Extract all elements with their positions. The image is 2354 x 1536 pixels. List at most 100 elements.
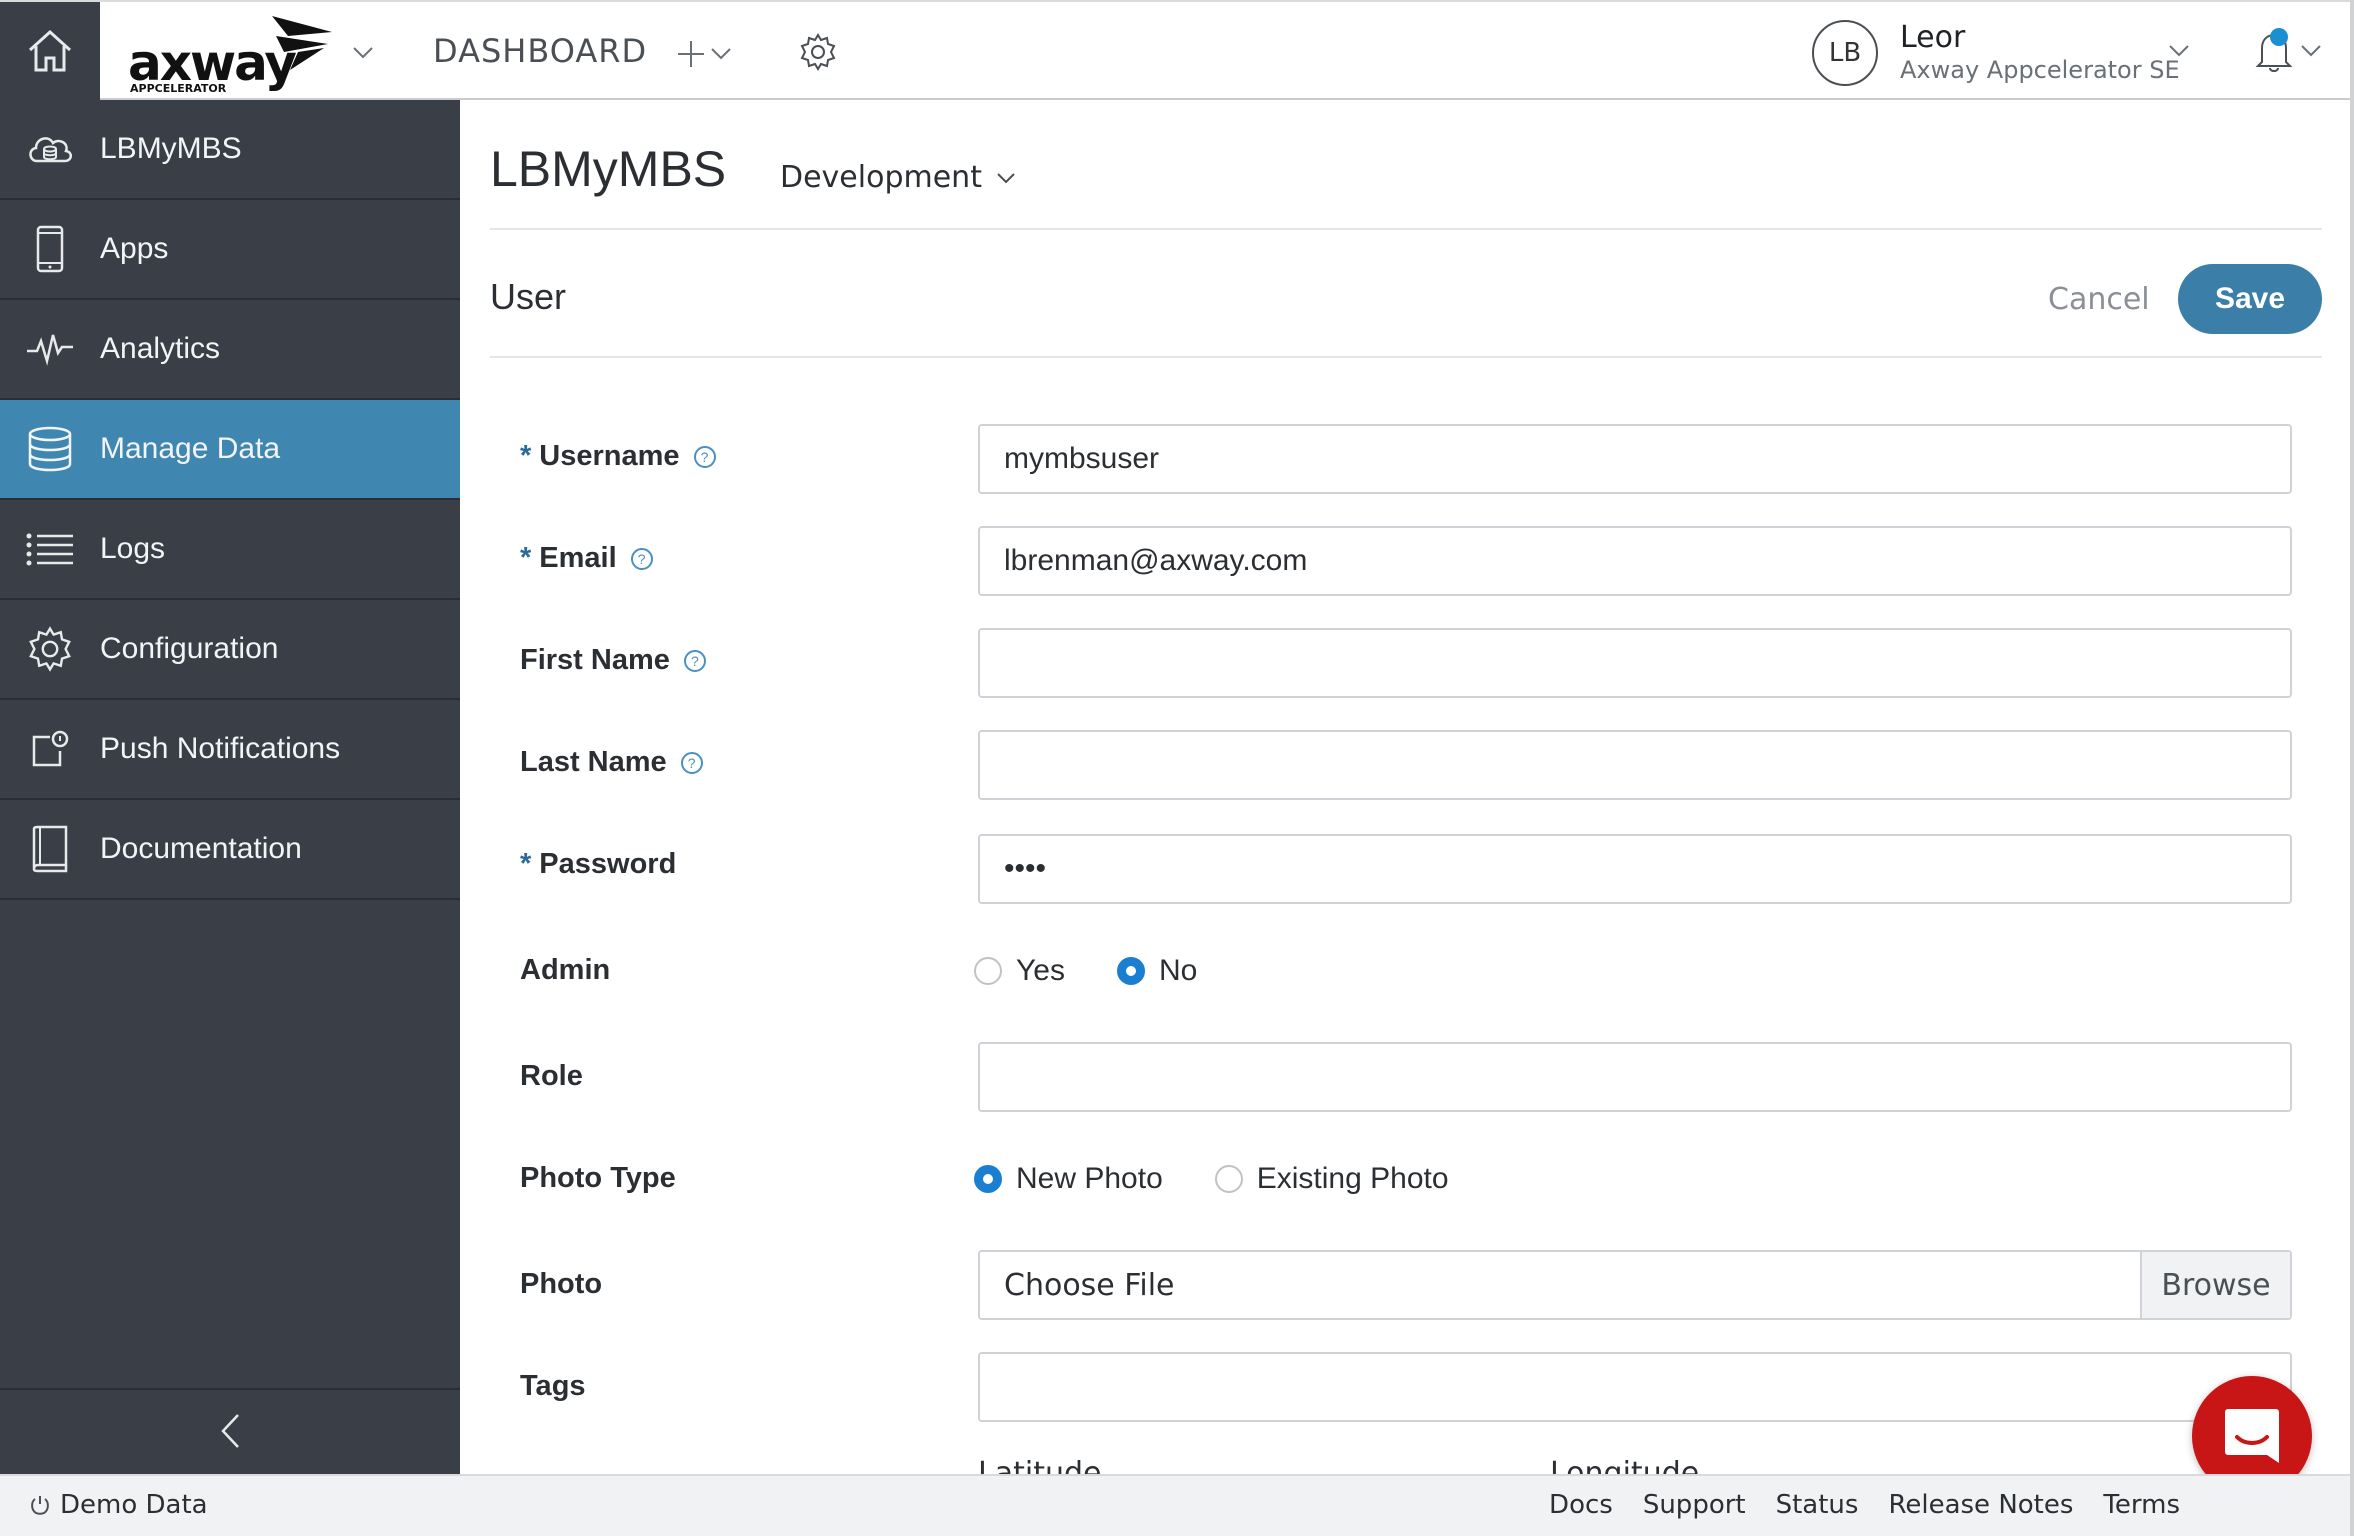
home-button[interactable] <box>0 2 100 100</box>
last-name-label-text: Last Name <box>520 746 667 778</box>
axway-logo[interactable]: axway APPCELERATOR <box>128 10 338 96</box>
sidebar-item-label: Analytics <box>100 332 221 365</box>
latitude-label: Latitude <box>978 1456 1102 1474</box>
sidebar-item-label: Documentation <box>100 832 302 865</box>
chat-icon <box>2225 1409 2279 1463</box>
admin-radio-group: Yes No <box>974 954 1197 988</box>
chevron-down-icon <box>711 48 731 60</box>
axway-mark-icon <box>272 16 332 70</box>
sidebar-item-lbmymbs[interactable]: LBMyMBS <box>0 100 460 200</box>
footer-link-terms[interactable]: Terms <box>2103 1490 2180 1520</box>
sidebar-item-apps[interactable]: Apps <box>0 200 460 300</box>
sidebar-item-documentation[interactable]: Documentation <box>0 800 460 900</box>
environment-dropdown[interactable]: Development <box>780 160 1016 195</box>
user-menu-chevron-down-icon[interactable] <box>2168 44 2190 58</box>
admin-label: Admin <box>520 954 610 987</box>
username-field[interactable]: mymbsuser <box>978 424 2292 494</box>
cloud-db-icon <box>29 137 72 163</box>
required-mark: * <box>520 542 532 574</box>
sidebar-item-label: Push Notifications <box>100 732 341 765</box>
notifications-chevron-down-icon[interactable] <box>2300 44 2322 58</box>
home-icon <box>28 29 72 72</box>
sidebar: LBMyMBS Apps Analytics Manage Data Logs … <box>0 100 460 1474</box>
user-name[interactable]: Leor <box>1900 20 1965 55</box>
list-icon <box>26 533 73 566</box>
footer-link-support[interactable]: Support <box>1643 1490 1746 1520</box>
sidebar-item-push-notifications[interactable]: Push Notifications <box>0 700 460 800</box>
window-edge <box>2350 0 2354 1536</box>
photo-file-input[interactable]: Choose File Browse <box>978 1250 2292 1320</box>
admin-yes-radio[interactable] <box>974 957 1002 985</box>
new-photo-label[interactable]: New Photo <box>1016 1162 1163 1196</box>
user-avatar[interactable]: LB <box>1812 20 1878 86</box>
admin-yes-label[interactable]: Yes <box>1016 954 1065 988</box>
sidebar-item-label: Apps <box>100 232 169 265</box>
role-label-text: Role <box>520 1060 583 1092</box>
help-icon[interactable]: ? <box>630 547 653 570</box>
existing-photo-radio[interactable] <box>1214 1165 1243 1193</box>
first-name-label-text: First Name <box>520 644 670 676</box>
last-name-label: Last Name ? <box>520 746 703 779</box>
footer-link-status[interactable]: Status <box>1776 1490 1859 1520</box>
cancel-button[interactable]: Cancel <box>2048 282 2150 317</box>
save-button[interactable]: Save <box>2178 264 2322 334</box>
user-org[interactable]: Axway Appcelerator SE <box>1900 56 2180 84</box>
photo-type-label: Photo Type <box>520 1162 676 1195</box>
first-name-label: First Name ? <box>520 644 706 677</box>
database-icon <box>28 426 72 472</box>
email-field[interactable]: lbrenman@axway.com <box>978 526 2292 596</box>
password-value: •••• <box>1004 852 1047 885</box>
sidebar-item-label: Manage Data <box>100 432 281 465</box>
required-mark: * <box>520 440 532 472</box>
password-field[interactable]: •••• <box>978 834 2292 904</box>
photo-label: Photo <box>520 1268 602 1301</box>
demo-data-label: Demo Data <box>60 1490 208 1520</box>
plus-icon <box>678 41 704 67</box>
sidebar-item-label: Configuration <box>100 632 279 665</box>
last-name-field[interactable] <box>978 730 2292 800</box>
choose-file-text[interactable]: Choose File <box>980 1252 2140 1318</box>
add-menu-button[interactable] <box>676 32 746 76</box>
new-photo-radio[interactable] <box>974 1165 1002 1193</box>
user-initials: LB <box>1828 38 1862 68</box>
help-icon[interactable]: ? <box>693 445 716 468</box>
username-label: * Username ? <box>520 440 716 473</box>
logo-chevron-down-icon[interactable] <box>352 46 374 60</box>
notification-badge <box>2270 28 2288 46</box>
chevron-left-icon <box>221 1414 239 1448</box>
chevron-down-icon <box>997 172 1015 183</box>
password-label-text: Password <box>539 848 677 880</box>
required-mark: * <box>520 848 532 880</box>
browse-button[interactable]: Browse <box>2140 1252 2290 1318</box>
divider <box>490 228 2322 230</box>
tags-field[interactable] <box>978 1352 2292 1422</box>
dashboard-link[interactable]: DASHBOARD <box>433 32 647 70</box>
settings-gear-icon[interactable] <box>798 32 838 72</box>
book-icon <box>32 825 68 873</box>
admin-no-label[interactable]: No <box>1159 954 1197 988</box>
help-icon[interactable]: ? <box>680 751 703 774</box>
existing-photo-label[interactable]: Existing Photo <box>1257 1162 1449 1196</box>
demo-data-toggle[interactable]: Demo Data <box>30 1490 208 1520</box>
power-icon <box>31 1496 49 1515</box>
logo-subtext: APPCELERATOR <box>130 82 227 95</box>
photo-type-label-text: Photo Type <box>520 1162 676 1194</box>
first-name-field[interactable] <box>978 628 2292 698</box>
tags-label-text: Tags <box>520 1370 586 1402</box>
sidebar-item-analytics[interactable]: Analytics <box>0 300 460 400</box>
role-field[interactable] <box>978 1042 2292 1112</box>
username-label-text: Username <box>539 440 680 472</box>
admin-no-radio[interactable] <box>1116 957 1145 985</box>
sidebar-item-label: Logs <box>100 532 166 565</box>
page-title: LBMyMBS <box>490 141 727 197</box>
footer-link-docs[interactable]: Docs <box>1549 1490 1613 1520</box>
sidebar-item-logs[interactable]: Logs <box>0 500 460 600</box>
push-notification-icon <box>32 730 69 767</box>
photo-label-text: Photo <box>520 1268 603 1300</box>
sidebar-item-label: LBMyMBS <box>100 132 242 165</box>
sidebar-item-configuration[interactable]: Configuration <box>0 600 460 700</box>
sidebar-item-manage-data[interactable]: Manage Data <box>0 400 460 500</box>
help-icon[interactable]: ? <box>683 649 706 672</box>
email-label: * Email ? <box>520 542 653 575</box>
footer-link-release-notes[interactable]: Release Notes <box>1888 1490 2073 1520</box>
